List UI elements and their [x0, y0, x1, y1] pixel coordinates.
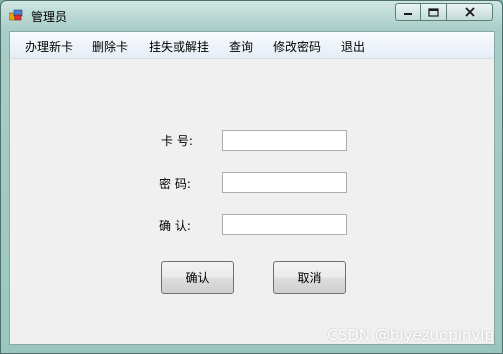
close-button[interactable]	[447, 3, 493, 21]
confirm-password-label: 确 认:	[159, 219, 191, 233]
menu-item-exit[interactable]: 退出	[341, 38, 365, 55]
menu-item-new-card[interactable]: 办理新卡	[25, 38, 73, 55]
menu-item-delete-card[interactable]: 删除卡	[92, 38, 128, 55]
confirm-password-input[interactable]	[222, 214, 347, 235]
confirm-button[interactable]: 确认	[161, 261, 234, 294]
card-number-label: 卡 号:	[161, 134, 193, 148]
password-input[interactable]	[222, 172, 347, 193]
maximize-icon	[428, 7, 439, 17]
menu-item-change-password[interactable]: 修改密码	[273, 38, 321, 55]
maximize-button[interactable]	[421, 3, 447, 21]
title-bar[interactable]: 管理员	[1, 1, 502, 29]
app-icon	[9, 9, 23, 21]
client-area: 办理新卡 删除卡 挂失或解挂 查询 修改密码 退出 卡 号: 密 码: 确 认:…	[9, 31, 495, 345]
minimize-button[interactable]	[395, 3, 421, 21]
password-label: 密 码:	[159, 177, 191, 191]
window-title: 管理员	[31, 10, 68, 24]
menu-item-report-loss[interactable]: 挂失或解挂	[149, 38, 209, 55]
app-window: 管理员 办理新卡 删除卡 挂失或解挂 查询 修改密码 退出 卡 号: 密 码: …	[0, 0, 503, 354]
menu-item-query[interactable]: 查询	[229, 38, 253, 55]
cancel-button[interactable]: 取消	[273, 261, 346, 294]
minimize-icon	[404, 13, 412, 15]
close-icon	[464, 7, 475, 17]
watermark: CSDN @biyezuopinvip	[327, 326, 494, 344]
menu-bar: 办理新卡 删除卡 挂失或解挂 查询 修改密码 退出	[10, 32, 494, 59]
card-number-input[interactable]	[222, 130, 347, 151]
